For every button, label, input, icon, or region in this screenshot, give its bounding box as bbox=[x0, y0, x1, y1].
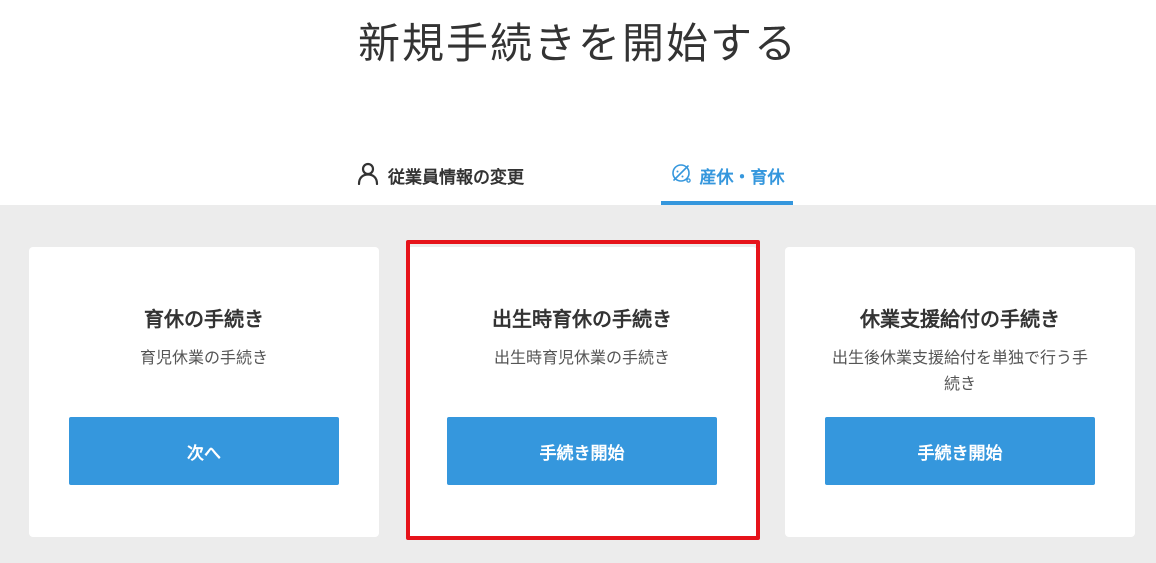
person-icon bbox=[356, 161, 388, 190]
tab-label: 産休・育休 bbox=[699, 167, 785, 188]
card-title: 出生時育休の手続き bbox=[492, 307, 672, 331]
card-childcare-leave: 育休の手続き 育児休業の手続き 次へ bbox=[29, 247, 379, 537]
tab-maternity-childcare-leave[interactable]: 産休・育休 bbox=[661, 145, 793, 205]
card-leave-support-benefit: 休業支援給付の手続き 出生後休業支援給付を単独で行う手続き 手続き開始 bbox=[785, 247, 1135, 537]
card-birth-childcare-leave: 出生時育休の手続き 出生時育児休業の手続き 手続き開始 bbox=[407, 247, 757, 537]
start-procedure-button[interactable]: 手続き開始 bbox=[825, 417, 1095, 485]
header-area: 新規手続きを開始する 従業員情報の変更 産休・育休 bbox=[0, 0, 1156, 205]
card-description: 出生後休業支援給付を単独で行う手続き bbox=[831, 348, 1088, 393]
card-description: 出生時育児休業の手続き bbox=[493, 348, 670, 367]
next-button[interactable]: 次へ bbox=[69, 417, 339, 485]
page-title: 新規手続きを開始する bbox=[357, 19, 798, 68]
tab-label: 従業員情報の変更 bbox=[388, 167, 524, 188]
card-description: 育児休業の手続き bbox=[139, 348, 268, 367]
card-title: 休業支援給付の手続き bbox=[860, 307, 1060, 331]
baby-icon bbox=[670, 162, 700, 189]
tab-employee-info-change[interactable]: 従業員情報の変更 bbox=[330, 145, 550, 205]
card-title: 育休の手続き bbox=[144, 307, 264, 331]
start-procedure-button[interactable]: 手続き開始 bbox=[447, 417, 717, 485]
